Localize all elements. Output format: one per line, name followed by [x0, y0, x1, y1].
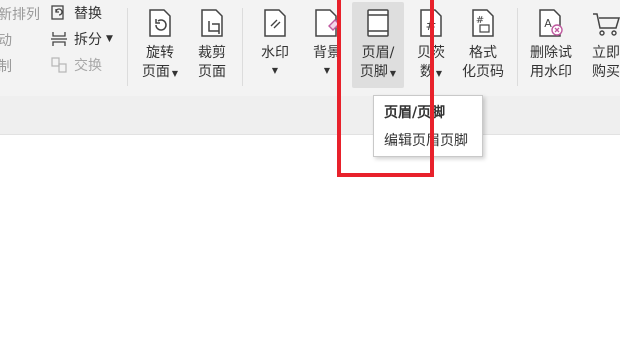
swap-label: 交换 [74, 58, 102, 74]
header-footer-tooltip: 页眉/页脚 编辑页眉页脚 [373, 95, 483, 157]
rotate-page-icon [145, 8, 175, 38]
crop-page-label-2: 页面 [198, 64, 226, 80]
format-page-number-label-2: 化页码 [462, 64, 504, 80]
ribbon-toolbar: 新排列 动 制 替换 拆分 ▼ 交换 旋转 页面 ▼ 裁剪 页面 水印 ▼ 背景… [0, 0, 620, 96]
watermark-button[interactable]: 水印 ▼ [249, 2, 301, 88]
watermark-icon [260, 8, 290, 38]
separator [242, 8, 243, 86]
rotate-page-button[interactable]: 旋转 页面 ▼ [134, 2, 186, 88]
rotate-page-label-1: 旋转 [146, 45, 174, 61]
chevron-down-icon: ▼ [171, 69, 179, 78]
replace-page-icon [50, 4, 68, 22]
clipped-label-copy[interactable]: 制 [0, 56, 12, 76]
header-footer-label-1: 页眉/ [361, 45, 395, 61]
separator [517, 8, 518, 86]
header-footer-icon [363, 8, 393, 38]
watermark-label: 水印 [261, 45, 289, 61]
chevron-down-icon: ▼ [389, 69, 397, 78]
chevron-down-icon: ▼ [106, 34, 113, 44]
bates-number-icon: # [416, 8, 446, 38]
header-footer-label-2: 页脚 [359, 64, 388, 80]
document-canvas[interactable] [0, 135, 620, 362]
replace-page-label: 替换 [74, 6, 102, 22]
buy-now-button[interactable]: 立即 购买 [580, 2, 620, 88]
tooltip-description: 编辑页眉页脚 [384, 133, 468, 149]
svg-text:#: # [426, 19, 437, 34]
crop-page-label-1: 裁剪 [198, 45, 226, 61]
bates-number-button[interactable]: # 贝茨 数 ▼ [405, 2, 457, 88]
split-icon [50, 30, 68, 48]
buy-now-label-1: 立即 [592, 45, 620, 61]
bates-number-label-1: 贝茨 [417, 45, 445, 61]
replace-page-button[interactable]: 替换 [50, 2, 102, 24]
svg-text:#: # [476, 15, 484, 26]
chevron-down-icon: ▼ [271, 66, 279, 75]
tooltip-title: 页眉/页脚 [384, 105, 446, 121]
remove-watermark-label-2: 用水印 [530, 64, 572, 80]
separator [127, 8, 128, 86]
background-label: 背景 [313, 45, 341, 61]
cart-icon [591, 8, 620, 38]
crop-page-icon [197, 8, 227, 38]
format-page-number-label-1: 格式 [469, 45, 497, 61]
background-icon [312, 8, 342, 38]
remove-watermark-icon: A [536, 8, 566, 38]
clipped-label-reorder[interactable]: 新排列 [0, 4, 40, 24]
clipped-label-move[interactable]: 动 [0, 30, 12, 50]
background-button[interactable]: 背景 ▼ [301, 2, 353, 88]
swap-icon [50, 56, 68, 74]
remove-watermark-label-1: 删除试 [530, 45, 572, 61]
format-page-number-button[interactable]: # 格式 化页码 [457, 2, 509, 88]
crop-page-button[interactable]: 裁剪 页面 [186, 2, 238, 88]
split-button[interactable]: 拆分 ▼ [50, 28, 113, 50]
header-footer-button[interactable]: 页眉/ 页脚 ▼ [352, 2, 404, 88]
remove-watermark-button[interactable]: A 删除试 用水印 [525, 2, 577, 88]
buy-now-label-2: 购买 [592, 64, 620, 80]
swap-button[interactable]: 交换 [50, 54, 102, 76]
chevron-down-icon: ▼ [323, 66, 331, 75]
bates-number-label-2: 数 [419, 64, 434, 80]
document-tab-bar: + [0, 96, 620, 225]
svg-text:A: A [544, 17, 552, 30]
rotate-page-label-2: 页面 [141, 64, 170, 80]
split-label: 拆分 [74, 32, 102, 48]
format-page-number-icon: # [468, 8, 498, 38]
chevron-down-icon: ▼ [435, 69, 443, 78]
